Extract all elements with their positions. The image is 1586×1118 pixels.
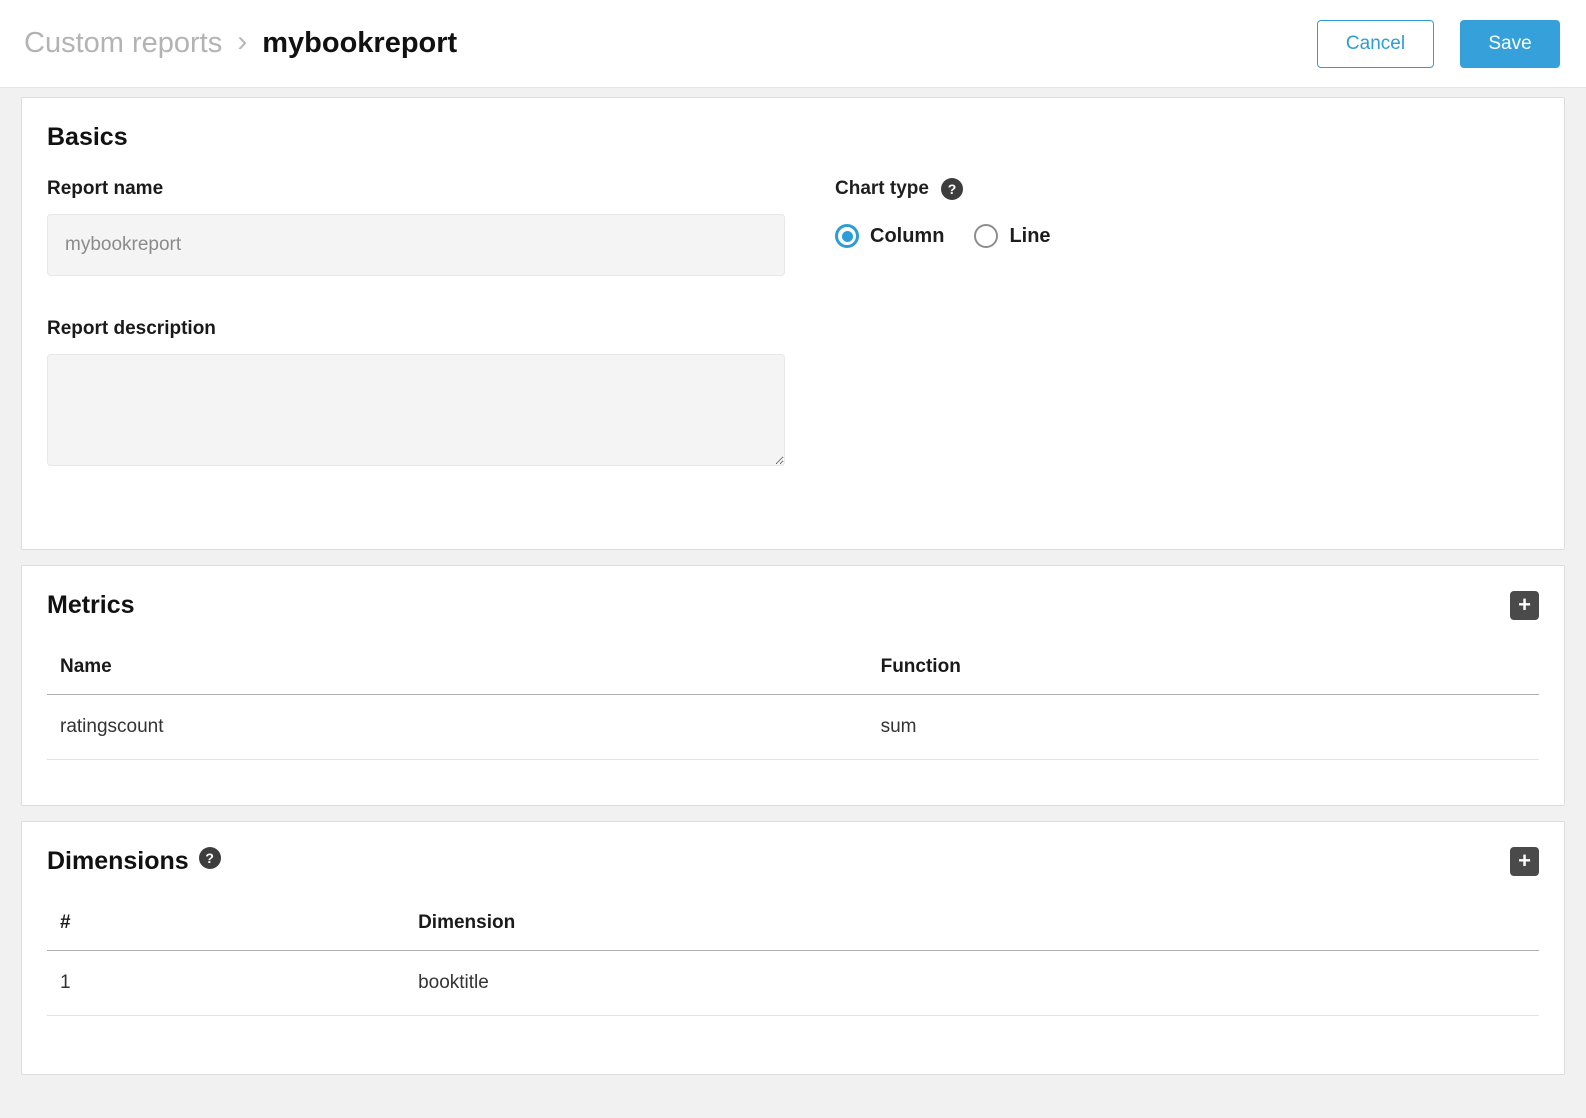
metrics-card: Metrics + Name Function ratingscount sum	[21, 565, 1565, 806]
report-name-input[interactable]	[47, 214, 785, 276]
save-button[interactable]: Save	[1460, 20, 1560, 68]
metrics-head-row: Metrics +	[47, 591, 1539, 620]
dimensions-help-icon[interactable]: ?	[199, 847, 221, 869]
dimensions-title: Dimensions	[47, 847, 189, 876]
breadcrumb-current-report: mybookreport	[262, 27, 457, 60]
basics-card: Basics Report name Report description Ch…	[21, 97, 1565, 550]
main-content: Basics Report name Report description Ch…	[0, 88, 1586, 1075]
radio-unselected-icon	[974, 224, 998, 248]
page-header: Custom reports › mybookreport Cancel Sav…	[0, 0, 1586, 88]
chart-type-header: Chart type ?	[835, 178, 1539, 200]
breadcrumb-custom-reports-link[interactable]: Custom reports	[24, 27, 222, 60]
dimension-index-cell: 1	[47, 951, 405, 1016]
dimensions-index-column-header: #	[47, 896, 405, 951]
basics-left-column: Report name Report description	[47, 178, 785, 471]
cancel-button[interactable]: Cancel	[1317, 20, 1434, 68]
metrics-header-row: Name Function	[47, 640, 1539, 695]
dimensions-dimension-column-header: Dimension	[405, 896, 1539, 951]
basics-right-column: Chart type ? Column Line	[835, 178, 1539, 471]
dimension-row[interactable]: 1 booktitle	[47, 951, 1539, 1016]
metric-name-cell: ratingscount	[47, 695, 868, 760]
report-description-input[interactable]	[47, 354, 785, 466]
chart-type-line-label: Line	[1009, 225, 1050, 248]
chart-type-label: Chart type	[835, 178, 929, 200]
metrics-table: Name Function ratingscount sum	[47, 640, 1539, 760]
dimensions-title-group: Dimensions ?	[47, 847, 221, 876]
chart-type-column-radio[interactable]: Column	[835, 224, 944, 248]
add-dimension-button[interactable]: +	[1510, 847, 1539, 876]
dimensions-header-row: # Dimension	[47, 896, 1539, 951]
metrics-function-column-header: Function	[868, 640, 1539, 695]
report-description-label: Report description	[47, 318, 785, 340]
report-name-label: Report name	[47, 178, 785, 200]
dimension-name-cell: booktitle	[405, 951, 1539, 1016]
chart-type-column-label: Column	[870, 225, 944, 248]
chart-type-line-radio[interactable]: Line	[974, 224, 1050, 248]
report-description-field: Report description	[47, 318, 785, 471]
metrics-name-column-header: Name	[47, 640, 868, 695]
radio-selected-icon	[835, 224, 859, 248]
report-name-field: Report name	[47, 178, 785, 276]
basics-grid: Report name Report description Chart typ…	[47, 178, 1539, 471]
breadcrumb: Custom reports › mybookreport	[24, 27, 457, 61]
dimensions-head-row: Dimensions ? +	[47, 847, 1539, 876]
header-actions: Cancel Save	[1317, 20, 1560, 68]
add-metric-button[interactable]: +	[1510, 591, 1539, 620]
chevron-right-icon: ›	[237, 27, 247, 61]
basics-title: Basics	[47, 123, 1539, 152]
metric-function-cell: sum	[868, 695, 1539, 760]
chart-type-radio-group: Column Line	[835, 224, 1539, 248]
metric-row[interactable]: ratingscount sum	[47, 695, 1539, 760]
dimensions-table: # Dimension 1 booktitle	[47, 896, 1539, 1016]
chart-type-help-icon[interactable]: ?	[941, 178, 963, 200]
metrics-title: Metrics	[47, 591, 135, 620]
dimensions-card: Dimensions ? + # Dimension 1 booktitle	[21, 821, 1565, 1075]
